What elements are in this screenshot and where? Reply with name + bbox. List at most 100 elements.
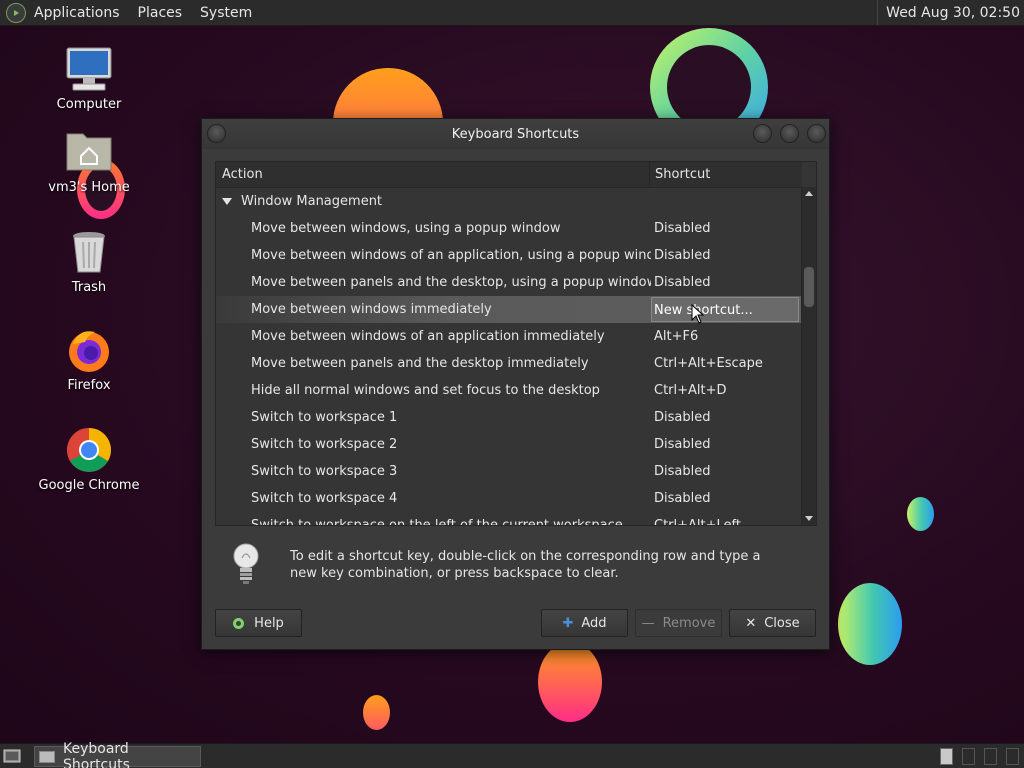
table-row[interactable]: Move between windows of an application i… [216,323,802,350]
workspace-4[interactable] [1006,748,1019,765]
scroll-down-icon[interactable] [805,516,813,521]
help-icon [233,617,245,629]
action-cell: Hide all normal windows and set focus to… [251,383,600,398]
help-button[interactable]: Help [215,609,302,637]
table-row[interactable]: Switch to workspace 3 Disabled [216,458,802,485]
remove-button-label: Remove [662,615,716,631]
shortcut-cell: Ctrl+Alt+Escape [654,356,763,371]
hint-area: To edit a shortcut key, double-click on … [230,540,800,590]
keyboard-shortcuts-window-icon [39,750,55,763]
table-row[interactable]: Switch to workspace 1 Disabled [216,404,802,431]
desktop-icon-label: Computer [56,97,122,112]
action-cell: Move between windows, using a popup wind… [251,221,561,236]
add-button-label: Add [581,615,607,631]
action-cell: Switch to workspace 3 [251,464,398,479]
wallpaper-shape [363,695,390,730]
group-label: Window Management [241,194,383,209]
action-cell: Move between panels and the desktop, usi… [251,275,651,290]
desktop-icon-home[interactable]: vm3's Home [29,128,149,195]
table-row[interactable]: Switch to workspace on the left of the c… [216,512,802,526]
shortcut-cell: Disabled [654,410,711,425]
menu-logo-icon[interactable] [6,2,26,23]
scrollbar-thumb[interactable] [804,267,814,307]
shortcut-cell: Alt+F6 [654,329,699,344]
action-cell: Switch to workspace 4 [251,491,398,506]
action-cell: Move between windows of an application i… [251,329,605,344]
scroll-up-icon[interactable] [805,191,813,196]
vertical-scrollbar[interactable] [801,187,816,525]
wallpaper-shape [538,642,602,722]
desktop-icon-chrome[interactable]: Google Chrome [29,426,149,493]
add-button[interactable]: ✚ Add [541,609,628,637]
desktop-icon-label: Firefox [67,378,111,393]
shortcut-edit-cell[interactable]: New shortcut... [651,297,799,322]
keyboard-shortcuts-dialog: Keyboard Shortcuts Action Shortcut Windo… [201,118,830,650]
action-cell: Move between windows of an application, … [251,248,651,263]
shortcut-cell: Ctrl+Alt+D [654,383,727,398]
dialog-title: Keyboard Shortcuts [451,126,580,142]
minus-icon: — [641,615,655,631]
tree-header: Action Shortcut [216,162,802,188]
table-row[interactable]: Switch to workspace 2 Disabled [216,431,802,458]
desktop-icon-firefox[interactable]: Firefox [29,326,149,393]
close-button[interactable]: ✕ Close [729,609,816,637]
group-cell: Window Management [216,194,651,209]
workspace-2[interactable] [962,748,975,765]
places-menu[interactable]: Places [138,5,183,21]
mouse-pointer-icon [691,304,705,324]
dialog-titlebar[interactable]: Keyboard Shortcuts [202,119,829,149]
minimize-button[interactable] [753,124,772,143]
table-row[interactable]: Move between panels and the desktop, usi… [216,269,802,296]
window-close-button[interactable] [807,124,826,143]
lightbulb-icon [232,542,260,586]
workspace-3[interactable] [984,748,997,765]
action-cell: Switch to workspace 2 [251,437,398,452]
home-folder-icon [65,128,113,176]
workspace-1[interactable] [940,748,953,765]
help-button-label: Help [254,615,284,631]
shortcut-cell: Disabled [654,221,711,236]
shortcut-cell: Disabled [654,437,711,452]
remove-button[interactable]: — Remove [635,609,722,637]
action-cell: Switch to workspace on the left of the c… [251,518,623,526]
shortcuts-tree[interactable]: Action Shortcut Window Management Move b… [215,161,817,526]
desktop-icon-trash[interactable]: Trash [29,228,149,295]
clock[interactable]: Wed Aug 30, 02:50 [877,0,1024,25]
column-header-shortcut[interactable]: Shortcut [650,162,710,187]
shortcut-cell: Ctrl+Alt+Left [654,518,741,526]
expander-icon[interactable] [222,198,232,205]
action-cell: Move between windows immediately [251,302,492,317]
action-cell: Move between panels and the desktop imme… [251,356,589,371]
window-menu-button[interactable] [207,124,226,143]
shortcut-cell: Disabled [654,464,711,479]
wallpaper-shape [838,583,902,665]
table-row[interactable]: Move between windows, using a popup wind… [216,215,802,242]
group-row-window-management[interactable]: Window Management [216,188,802,215]
table-row[interactable]: Hide all normal windows and set focus to… [216,377,802,404]
wallpaper-shape [907,497,934,531]
desktop-icon-label: Trash [71,280,107,295]
maximize-button[interactable] [780,124,799,143]
shortcut-cell: Disabled [654,275,711,290]
table-row[interactable]: Move between panels and the desktop imme… [216,350,802,377]
firefox-icon [65,326,113,374]
shortcut-cell: Disabled [654,248,711,263]
show-desktop-icon[interactable] [3,748,21,764]
column-header-action[interactable]: Action [216,162,650,187]
taskbar-item-label: Keyboard Shortcuts [62,740,130,768]
desktop-icon-label: Google Chrome [38,478,140,493]
desktop-icon-label: vm3's Home [48,180,130,195]
system-menu[interactable]: System [200,5,252,21]
trash-icon [65,228,113,276]
tree-rows: Window Management Move between windows, … [216,188,802,526]
hint-text: To edit a shortcut key, double-click on … [290,549,761,581]
action-cell: Switch to workspace 1 [251,410,398,425]
bottom-panel: Keyboard Shortcuts [0,741,1024,768]
taskbar-item-keyboard-shortcuts[interactable]: Keyboard Shortcuts [34,741,201,768]
close-icon: ✕ [745,615,757,631]
table-row[interactable]: Switch to workspace 4 Disabled [216,485,802,512]
table-row[interactable]: Move between windows of an application, … [216,242,802,269]
table-row-selected[interactable]: Move between windows immediately New sho… [216,296,802,323]
applications-menu[interactable]: Applications [34,5,120,21]
desktop-icon-computer[interactable]: Computer [29,45,149,112]
